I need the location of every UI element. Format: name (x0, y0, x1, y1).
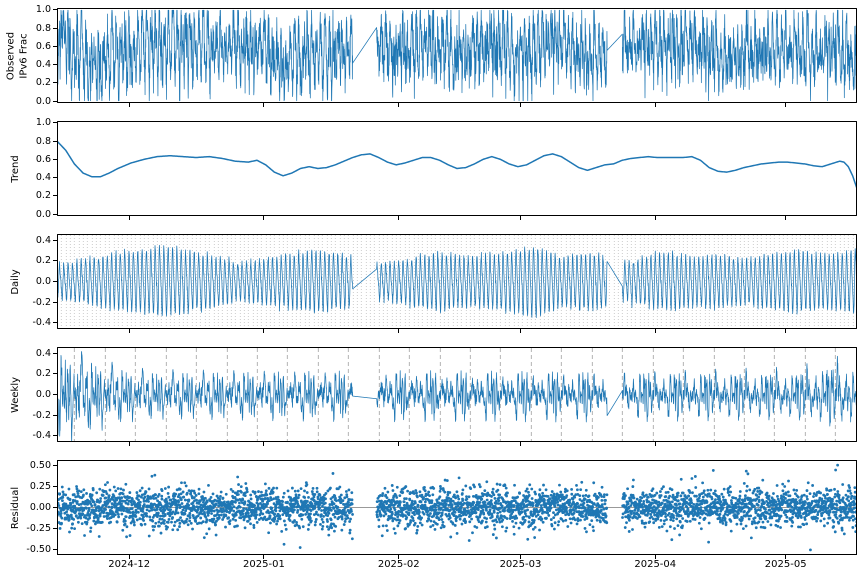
y-tick-mark (53, 122, 57, 124)
y-tick-label: 0.4 (35, 347, 51, 359)
y-tick-mark (53, 260, 57, 262)
y-tick-label: 0.0 (35, 95, 51, 107)
y-tick-label: 0.0 (35, 276, 51, 287)
trend-plot-canvas (57, 121, 857, 216)
y-tick-mark (53, 352, 57, 354)
x-tick-label: 2025-05 (764, 559, 807, 570)
x-tick-mark (398, 216, 400, 220)
y-tick-label: -0.2 (32, 409, 51, 421)
x-tick-mark (263, 442, 265, 446)
y-tick-mark (53, 158, 57, 160)
y-tick-label: -0.4 (32, 430, 51, 442)
panel-trend (57, 121, 857, 216)
y-tick-mark (53, 549, 57, 551)
x-tick-mark (128, 103, 130, 107)
x-tick-mark (785, 329, 787, 333)
observed-plot-canvas (57, 8, 857, 103)
residual-plot-canvas (57, 460, 857, 555)
y-tick-label: -0.2 (32, 296, 51, 308)
x-tick-label: 2025-03 (499, 559, 542, 570)
panel-residual (57, 460, 857, 555)
y-tick-mark (53, 213, 57, 215)
x-tick-label: 2024-12 (108, 559, 151, 570)
y-tick-label: 0.0 (35, 208, 51, 220)
y-tick-mark (53, 301, 57, 303)
y-tick-label: 0.8 (35, 22, 51, 34)
panel-daily (57, 234, 857, 329)
y-tick-label: 0.2 (35, 77, 51, 89)
y-tick-label: 0.2 (35, 190, 51, 202)
y-tick-mark (53, 195, 57, 197)
y-tick-label: -0.25 (26, 523, 51, 535)
y-tick-mark (53, 322, 57, 324)
x-tick-mark (519, 442, 521, 446)
y-tick-label: 0.4 (35, 172, 51, 184)
y-tick-label: 0.8 (35, 135, 51, 147)
y-tick-label: 0.4 (35, 234, 51, 246)
y-tick-mark (53, 373, 57, 375)
x-tick-mark (398, 103, 400, 107)
y-tick-mark (53, 528, 57, 530)
y-tick-mark (53, 177, 57, 179)
x-tick-mark (785, 216, 787, 220)
x-tick-mark (654, 442, 656, 446)
x-tick-mark (263, 216, 265, 220)
y-axis-label-observed: Observed IPv6 Frac (5, 31, 30, 80)
x-tick-mark (654, 329, 656, 333)
x-tick-label: 2025-04 (634, 559, 677, 570)
y-tick-mark (53, 45, 57, 47)
x-tick-mark (128, 442, 130, 446)
x-tick-mark (785, 103, 787, 107)
x-tick-mark (785, 442, 787, 446)
y-tick-label: 0.25 (29, 480, 51, 492)
y-tick-mark (53, 140, 57, 142)
y-tick-mark (53, 9, 57, 11)
y-tick-mark (53, 27, 57, 29)
x-tick-mark (519, 103, 521, 107)
x-tick-mark (398, 442, 400, 446)
x-tick-mark (519, 329, 521, 333)
x-tick-label: 2025-02 (377, 559, 420, 570)
y-tick-label: 0.6 (35, 40, 51, 52)
x-tick-mark (654, 216, 656, 220)
y-tick-label: 0.4 (35, 59, 51, 71)
y-tick-label: 0.00 (29, 502, 51, 513)
y-tick-mark (53, 464, 57, 466)
y-tick-label: 1.0 (35, 117, 51, 129)
y-tick-label: 0.0 (35, 389, 51, 400)
y-tick-mark (53, 281, 57, 282)
y-tick-mark (53, 64, 57, 66)
panel-observed (57, 8, 857, 103)
y-tick-mark (53, 82, 57, 84)
panel-weekly (57, 347, 857, 442)
y-tick-label: 0.50 (29, 459, 51, 471)
x-tick-mark (263, 103, 265, 107)
x-tick-mark (128, 216, 130, 220)
x-tick-mark (654, 103, 656, 107)
x-tick-mark (398, 329, 400, 333)
y-tick-mark (53, 507, 57, 508)
y-tick-label: 0.2 (35, 255, 51, 267)
y-tick-mark (53, 239, 57, 241)
y-tick-mark (53, 435, 57, 437)
decomposition-figure: Observed IPv6 Frac Trend Daily Weekly Re… (0, 0, 864, 575)
y-tick-label: 0.6 (35, 153, 51, 165)
y-tick-label: 1.0 (35, 4, 51, 16)
y-tick-mark (53, 485, 57, 487)
daily-plot-canvas (57, 234, 857, 329)
y-tick-mark (53, 394, 57, 395)
y-tick-label: 0.2 (35, 368, 51, 380)
y-tick-label: -0.4 (32, 317, 51, 329)
y-tick-mark (53, 100, 57, 102)
y-tick-label: -0.50 (26, 544, 51, 556)
y-tick-mark (53, 414, 57, 416)
x-tick-mark (263, 329, 265, 333)
x-tick-label: 2025-01 (243, 559, 285, 570)
x-tick-mark (519, 216, 521, 220)
weekly-plot-canvas (57, 347, 857, 442)
x-tick-mark (128, 329, 130, 333)
